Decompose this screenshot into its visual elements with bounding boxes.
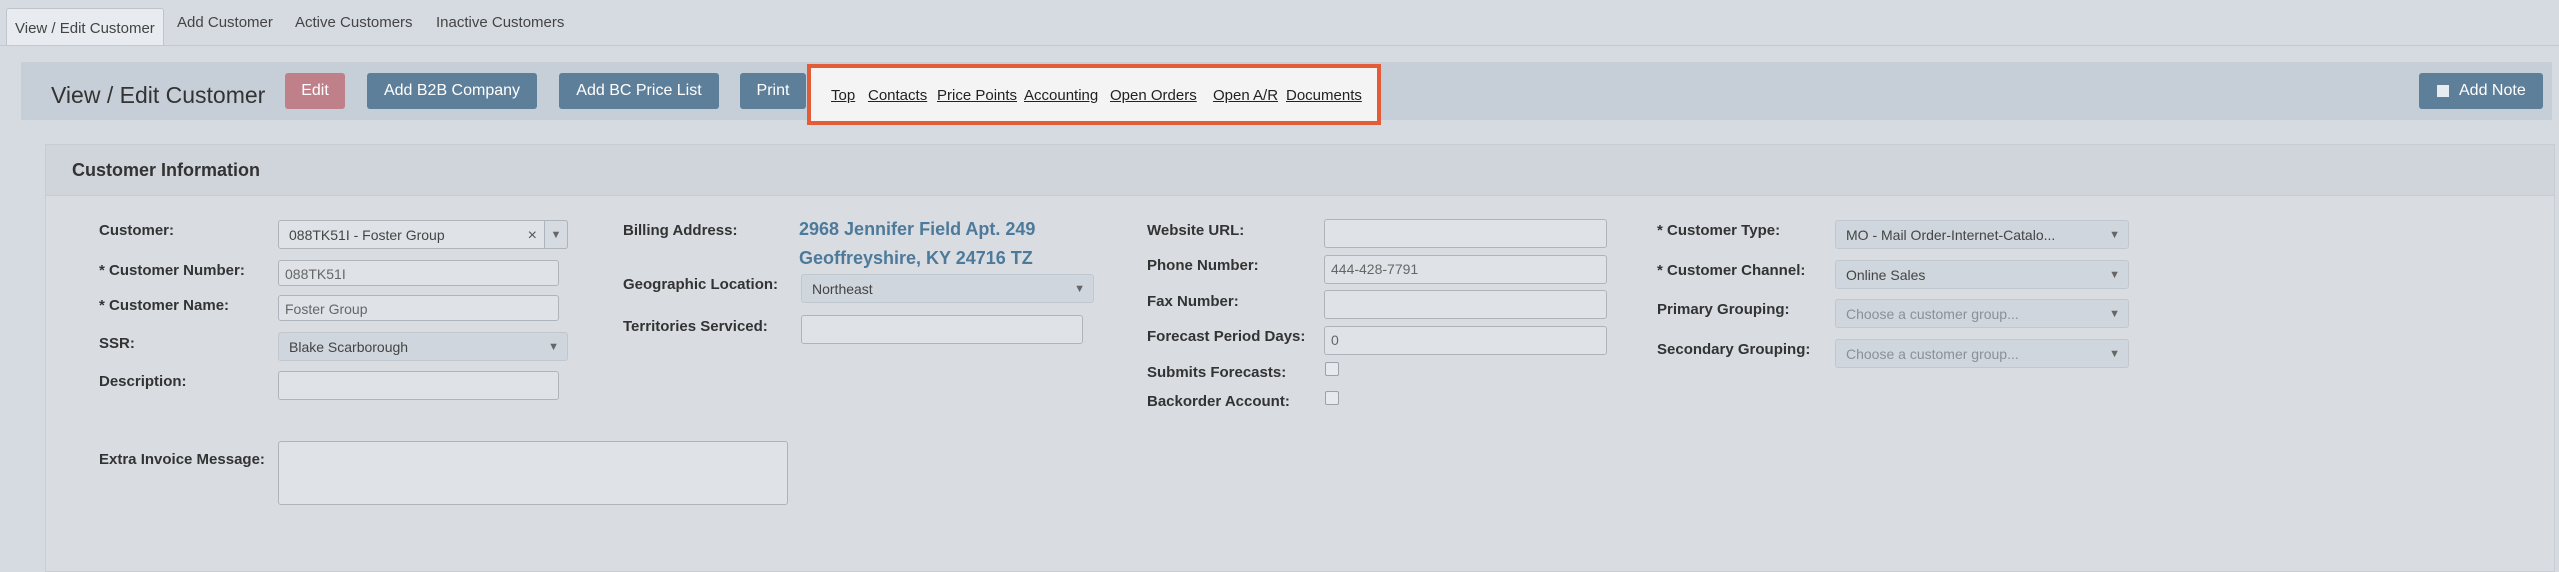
note-icon [2437,85,2449,97]
customer-name-label: * Customer Name: [99,297,230,314]
chevron-down-icon: ▼ [2109,269,2120,281]
secondary-grouping-select[interactable]: Choose a customer group... ▼ [1835,339,2129,368]
customer-type-select[interactable]: MO - Mail Order-Internet-Catalo... ▼ [1835,220,2129,249]
fax-number-label: Fax Number: [1147,293,1239,310]
page-title: View / Edit Customer [51,82,266,108]
chevron-down-icon: ▼ [2109,348,2120,360]
customer-number-label: * Customer Number: [99,262,245,279]
customer-select-value: 088TK51I - Foster Group [289,227,445,243]
customer-label: Customer: [99,222,175,239]
primary-grouping-placeholder: Choose a customer group... [1846,306,2019,322]
print-button[interactable]: Print [740,73,806,109]
phone-number-label: Phone Number: [1147,257,1259,274]
tab-add-customer[interactable]: Add Customer [177,14,273,31]
primary-grouping-label: Primary Grouping: [1657,301,1790,318]
anchor-price-points[interactable]: Price Points [937,87,1017,104]
tab-bar: View / Edit Customer Add Customer Active… [0,0,2559,46]
geographic-location-value: Northeast [812,281,873,297]
forecast-period-days-label: Forecast Period Days: [1147,328,1306,345]
anchor-top[interactable]: Top [831,87,855,104]
tab-active-customers[interactable]: Active Customers [295,14,413,31]
ssr-select[interactable]: Blake Scarborough ▼ [278,332,568,361]
billing-address-line1: 2968 Jennifer Field Apt. 249 [799,219,1036,239]
chevron-down-icon: ▼ [2109,308,2120,320]
description-field[interactable] [278,371,559,400]
billing-address-line2: Geoffreyshire, KY 24716 TZ [799,248,1033,268]
customer-type-value: MO - Mail Order-Internet-Catalo... [1846,227,2056,243]
anchor-documents[interactable]: Documents [1286,87,1362,104]
backorder-account-label: Backorder Account: [1147,393,1290,410]
anchor-open-ar[interactable]: Open A/R [1213,87,1278,104]
geographic-location-label: Geographic Location: [623,276,779,293]
add-note-label: Add Note [2459,82,2526,99]
add-note-button[interactable]: Add Note [2419,73,2543,109]
chevron-down-icon[interactable]: ▼ [544,220,568,249]
phone-number-field[interactable]: 444-428-7791 [1324,255,1607,284]
anchor-contacts[interactable]: Contacts [868,87,927,104]
chevron-down-icon: ▼ [2109,229,2120,241]
customer-select[interactable]: 088TK51I - Foster Group × ▼ [278,220,568,249]
submits-forecasts-label: Submits Forecasts: [1147,364,1287,381]
panel-header: Customer Information [46,145,2554,196]
clear-icon[interactable]: × [528,221,537,250]
description-label: Description: [99,373,187,390]
edit-button[interactable]: Edit [285,73,345,109]
customer-channel-label: * Customer Channel: [1657,262,1806,279]
anchor-open-orders[interactable]: Open Orders [1110,87,1197,104]
extra-invoice-message-textarea[interactable] [278,441,788,505]
add-bc-price-list-button[interactable]: Add BC Price List [559,73,719,109]
add-b2b-company-button[interactable]: Add B2B Company [367,73,537,109]
customer-information-panel: Customer Information Customer: 088TK51I … [45,144,2555,572]
section-anchor-links: Top Contacts Price Points Accounting Ope… [807,64,1381,125]
fax-number-field[interactable] [1324,290,1607,319]
customer-channel-select[interactable]: Online Sales ▼ [1835,260,2129,289]
ssr-select-value: Blake Scarborough [289,339,409,355]
geographic-location-select[interactable]: Northeast ▼ [801,274,1094,303]
forecast-period-days-field[interactable]: 0 [1324,326,1607,355]
panel-title: Customer Information [72,160,261,180]
primary-grouping-select[interactable]: Choose a customer group... ▼ [1835,299,2129,328]
tab-inactive-customers[interactable]: Inactive Customers [436,14,564,31]
website-url-field[interactable] [1324,219,1607,248]
customer-type-label: * Customer Type: [1657,222,1781,239]
website-url-label: Website URL: [1147,222,1245,239]
territories-serviced-field[interactable] [801,315,1083,344]
secondary-grouping-label: Secondary Grouping: [1657,341,1811,358]
submits-forecasts-checkbox[interactable] [1325,362,1339,376]
backorder-account-checkbox[interactable] [1325,391,1339,405]
anchor-accounting[interactable]: Accounting [1024,87,1098,104]
customer-channel-value: Online Sales [1846,267,1926,283]
tab-view-edit-customer[interactable]: View / Edit Customer [6,8,164,45]
billing-address-label: Billing Address: [623,222,738,239]
chevron-down-icon: ▼ [1074,283,1085,295]
extra-invoice-message-label: Extra Invoice Message: [99,451,265,468]
chevron-down-icon: ▼ [548,341,559,353]
secondary-grouping-placeholder: Choose a customer group... [1846,346,2019,362]
ssr-label: SSR: [99,335,135,352]
customer-number-field[interactable]: 088TK51I [278,260,559,286]
customer-name-field[interactable]: Foster Group [278,295,559,321]
territories-serviced-label: Territories Serviced: [623,318,768,335]
